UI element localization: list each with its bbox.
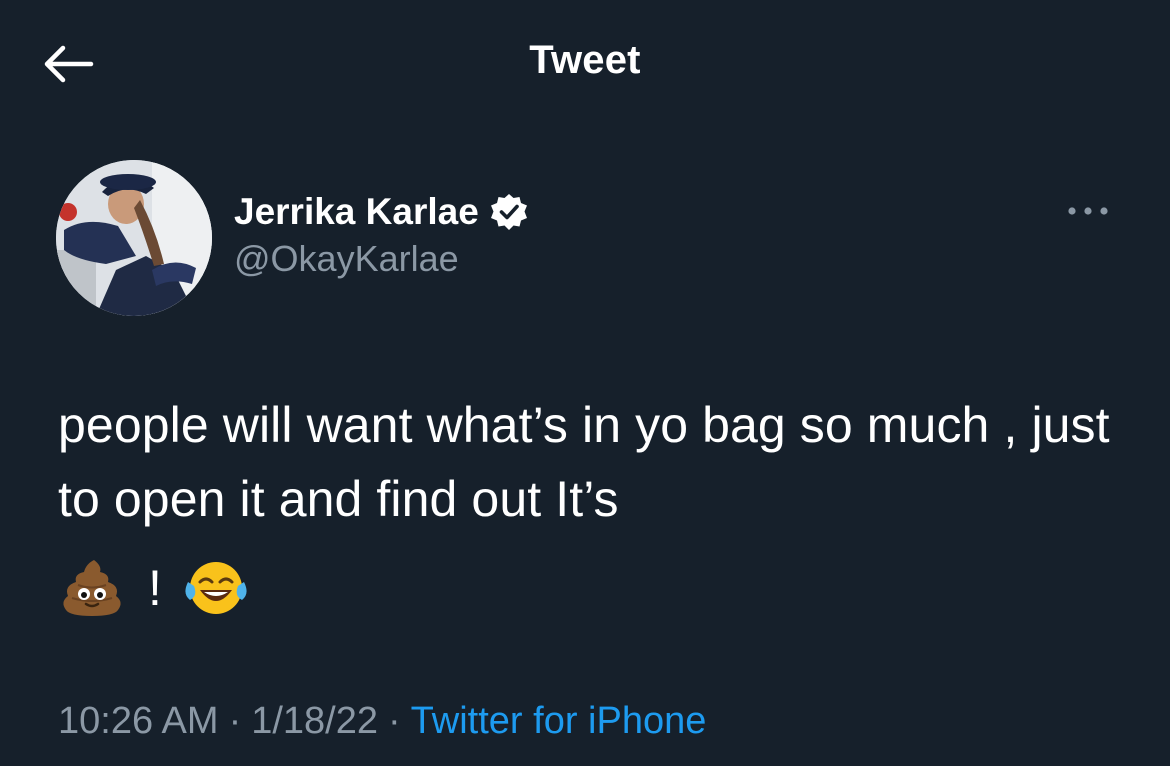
meta-separator: · — [388, 700, 401, 742]
page-title: Tweet — [529, 38, 641, 82]
verified-badge-icon — [490, 194, 527, 230]
name-row: Jerrika Karlae — [234, 188, 529, 236]
avatar-photo — [56, 160, 212, 316]
tweet-date: 1/18/22 — [251, 700, 379, 742]
more-dots-icon — [1068, 207, 1108, 215]
tweet-source-link[interactable]: Twitter for iPhone — [411, 700, 707, 742]
tweet-time: 10:26 AM — [58, 700, 219, 742]
face-with-tears-of-joy-emoji-icon — [185, 562, 247, 614]
tweet-metadata: 10:26 AM · 1/18/22 · Twitter for iPhone — [58, 700, 706, 743]
avatar[interactable] — [56, 160, 212, 316]
tweet-text: people will want what’s in yo bag so muc… — [58, 397, 1110, 527]
tweet-exclamation: ! — [148, 560, 162, 616]
tweet-emoji-row: ! — [60, 556, 248, 620]
meta-separator: · — [228, 700, 242, 742]
more-options-button[interactable] — [1058, 196, 1118, 226]
pile-of-poo-emoji-icon — [63, 560, 121, 616]
author-display-name[interactable]: Jerrika Karlae — [234, 191, 479, 233]
tweet-header: Tweet — [0, 0, 1170, 130]
author-handle[interactable]: @OkayKarlae — [234, 238, 529, 280]
tweet-author: Jerrika Karlae @OkayKarlae — [234, 188, 529, 280]
